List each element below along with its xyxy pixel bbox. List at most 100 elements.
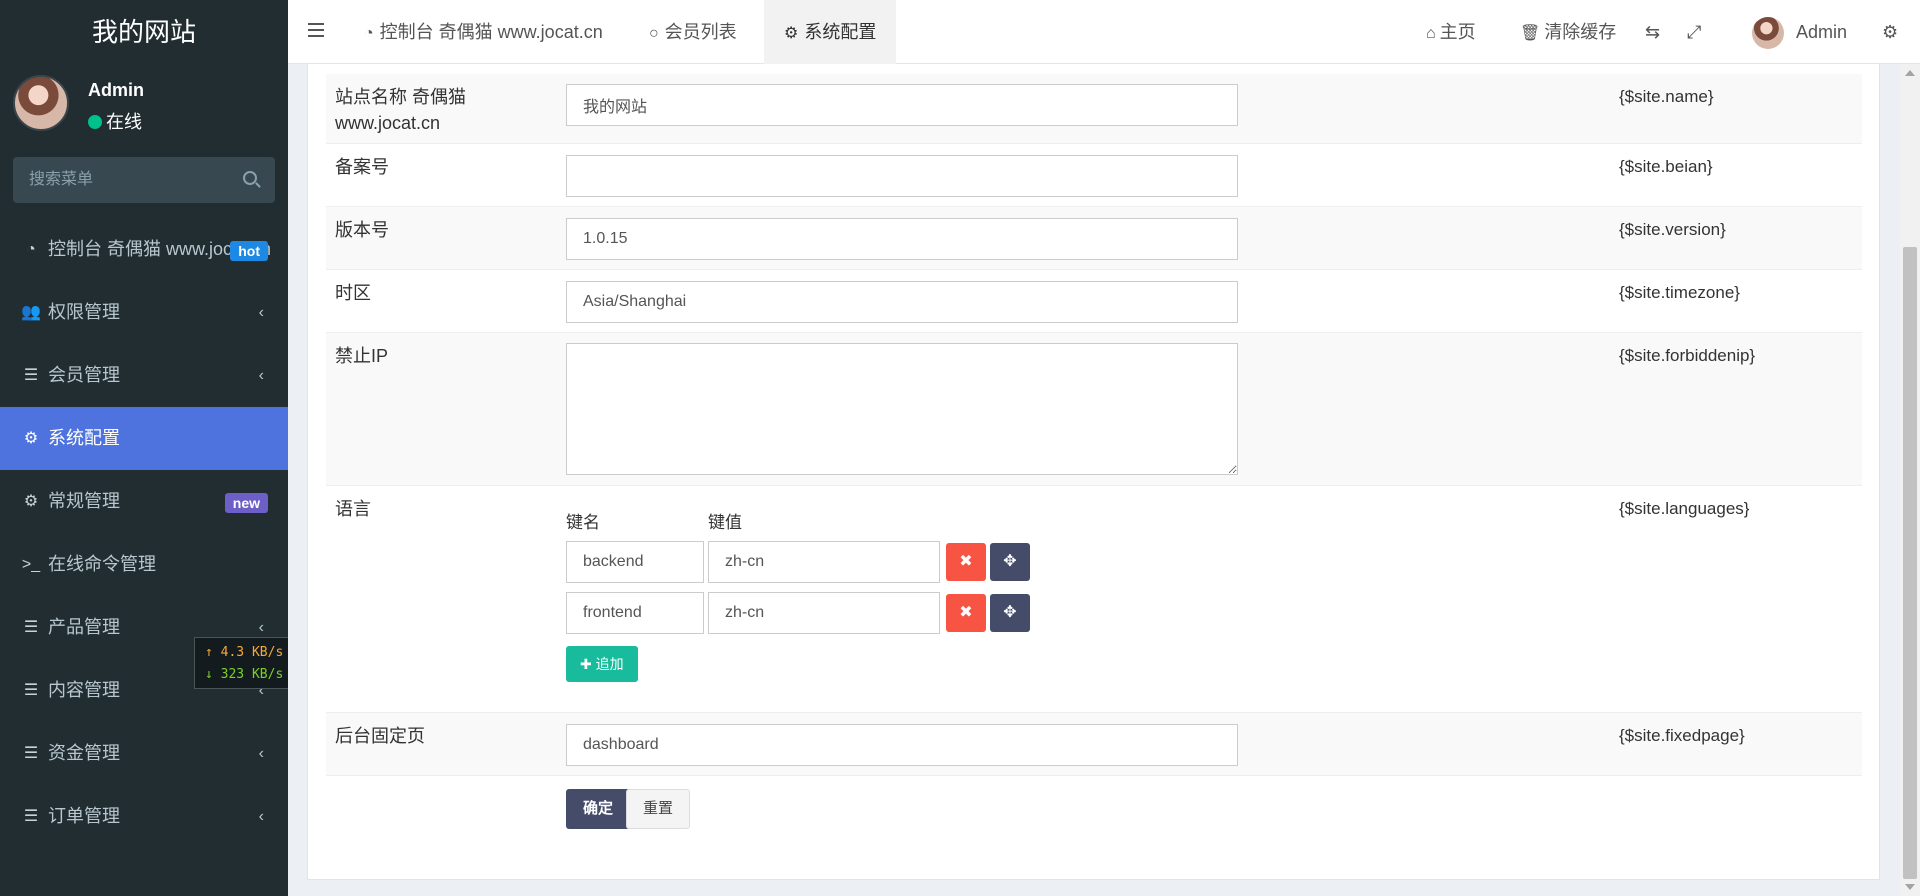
- move-icon: ✥: [1003, 553, 1017, 570]
- menu-toggle-icon[interactable]: [308, 23, 324, 37]
- translate-icon[interactable]: ⇆: [1645, 0, 1660, 64]
- gear-icon: ⚙: [784, 25, 799, 42]
- sidebar-menu: ◔ 控制台 奇偶猫 www.jocat.cn hot 👥 权限管理 ‹ ☰ 会员…: [0, 218, 288, 848]
- sidebar-item-label: 产品管理: [48, 617, 120, 637]
- list-icon: ☰: [23, 367, 39, 384]
- sidebar-item-label: 资金管理: [48, 743, 120, 763]
- chevron-left-icon: ‹: [258, 367, 264, 384]
- field-label: 备案号: [335, 157, 389, 177]
- settings-gears-icon[interactable]: ⚙: [1882, 0, 1898, 64]
- field-label: 禁止IP: [335, 346, 389, 366]
- dashboard-icon: ◔: [26, 241, 36, 258]
- close-icon: ✖: [959, 604, 973, 621]
- sidebar-item-label: 系统配置: [48, 428, 120, 448]
- append-button[interactable]: ✚ 追加: [566, 646, 638, 682]
- site-name-input[interactable]: [566, 84, 1238, 126]
- admin-avatar: [1752, 17, 1784, 50]
- user-avatar: [13, 75, 69, 131]
- admin-menu[interactable]: Admin: [1752, 0, 1847, 64]
- top-header: ◔ 控制台 奇偶猫 www.jocat.cn ○ 会员列表 ⚙ 系统配置 ⌂ 主页 🗑 清…: [288, 0, 1920, 64]
- tab-label: 系统配置: [804, 22, 877, 42]
- drag-row-button[interactable]: ✥: [990, 543, 1030, 581]
- sidebar-item-label: 会员管理: [48, 365, 120, 385]
- sidebar-item-label: 权限管理: [48, 302, 120, 322]
- field-variable: {$site.version}: [1619, 220, 1726, 239]
- fixedpage-input[interactable]: [566, 724, 1238, 766]
- sidebar-item-command[interactable]: >_ 在线命令管理: [0, 533, 288, 596]
- home-link[interactable]: ⌂ 主页: [1426, 0, 1476, 64]
- site-logo[interactable]: 我的网站: [0, 0, 288, 64]
- field-label: 站点名称 奇偶猫 www.jocat.cn: [335, 87, 467, 133]
- list-icon: ☰: [23, 619, 39, 636]
- language-value-input[interactable]: [708, 541, 940, 583]
- upload-speed: 4.3 KB/s: [220, 645, 284, 660]
- beian-input[interactable]: [566, 155, 1238, 197]
- row-version: 版本号 {$site.version}: [326, 207, 1862, 270]
- sidebar: 我的网站 Admin 在线 ◔ 控制台 奇偶猫 www.jocat.cn hot…: [0, 0, 298, 896]
- upload-arrow-icon: ↑: [205, 645, 213, 660]
- user-status: 在线: [88, 108, 142, 134]
- tab-dashboard[interactable]: ◔ 控制台 奇偶猫 www.jocat.cn: [344, 0, 623, 64]
- remove-row-button[interactable]: ✖: [946, 543, 986, 581]
- row-forbiddenip: 禁止IP {$site.forbiddenip}: [326, 333, 1862, 486]
- user-name: Admin: [88, 80, 144, 100]
- row-languages: 语言 键名 键值 ✖ ✥ ✖ ✥ ✚ 追加 {$site.languages}: [326, 486, 1862, 713]
- field-variable: {$site.name}: [1619, 87, 1714, 106]
- gear-icon: ⚙: [23, 430, 39, 447]
- dashboard-icon: ◔: [364, 25, 374, 42]
- timezone-input[interactable]: [566, 281, 1238, 323]
- field-label: 后台固定页: [335, 726, 425, 746]
- forbiddenip-textarea[interactable]: [566, 343, 1238, 475]
- language-key-input[interactable]: [566, 541, 704, 583]
- remove-row-button[interactable]: ✖: [946, 594, 986, 632]
- page-scrollbar[interactable]: [1900, 64, 1920, 896]
- submit-button[interactable]: 确定: [566, 789, 631, 829]
- circle-icon: ○: [649, 25, 659, 42]
- sidebar-item-label: 在线命令管理: [48, 554, 156, 574]
- download-speed: 323 KB/s: [220, 667, 284, 682]
- chevron-left-icon: ‹: [258, 745, 264, 762]
- new-badge: new: [224, 493, 268, 513]
- config-panel: 站点名称 奇偶猫 www.jocat.cn {$site.name} 备案号 {…: [307, 64, 1880, 880]
- sidebar-item-system-config[interactable]: ⚙ 系统配置: [0, 407, 288, 470]
- network-speed-overlay: ↑ 4.3 KB/s ↓ 323 KB/s: [194, 637, 298, 689]
- scroll-thumb[interactable]: [1903, 247, 1917, 879]
- field-variable: {$site.languages}: [1619, 499, 1750, 518]
- sidebar-item-auth[interactable]: 👥 权限管理 ‹: [0, 281, 288, 344]
- clear-cache-button[interactable]: 🗑 清除缓存: [1520, 0, 1616, 64]
- tab-member-list[interactable]: ○ 会员列表: [629, 0, 757, 64]
- user-status-label: 在线: [106, 112, 142, 132]
- version-input[interactable]: [566, 218, 1238, 260]
- list-icon: ☰: [23, 808, 39, 825]
- sidebar-item-label: 常规管理: [48, 491, 120, 511]
- menu-search-input[interactable]: [13, 157, 233, 203]
- tab-system-config[interactable]: ⚙ 系统配置: [764, 0, 897, 64]
- sidebar-search: [13, 157, 275, 203]
- plus-icon: ✚: [580, 656, 592, 672]
- reset-button[interactable]: 重置: [626, 789, 691, 829]
- sidebar-item-general[interactable]: ⚙ 常规管理 new: [0, 470, 288, 533]
- field-variable: {$site.forbiddenip}: [1619, 346, 1756, 365]
- fullscreen-icon[interactable]: ⤢: [1687, 0, 1701, 64]
- main-content: 站点名称 奇偶猫 www.jocat.cn {$site.name} 备案号 {…: [288, 64, 1900, 896]
- field-variable: {$site.timezone}: [1619, 283, 1740, 302]
- row-timezone: 时区 {$site.timezone}: [326, 270, 1862, 333]
- sidebar-item-label: 内容管理: [48, 680, 120, 700]
- online-dot-icon: [88, 115, 102, 129]
- terminal-icon: >_: [21, 556, 41, 573]
- drag-row-button[interactable]: ✥: [990, 594, 1030, 632]
- sidebar-item-dashboard[interactable]: ◔ 控制台 奇偶猫 www.jocat.cn hot: [0, 218, 288, 281]
- scroll-down-icon[interactable]: [1905, 884, 1915, 890]
- sidebar-item-orders[interactable]: ☰ 订单管理 ‹: [0, 785, 288, 848]
- language-value-input[interactable]: [708, 592, 940, 634]
- sidebar-item-members[interactable]: ☰ 会员管理 ‹: [0, 344, 288, 407]
- field-label: 版本号: [335, 220, 389, 240]
- search-icon[interactable]: [243, 171, 257, 185]
- field-label: 时区: [335, 283, 371, 303]
- language-key-input[interactable]: [566, 592, 704, 634]
- row-fixedpage: 后台固定页 {$site.fixedpage}: [326, 713, 1862, 776]
- sidebar-item-funds[interactable]: ☰ 资金管理 ‹: [0, 722, 288, 785]
- admin-name: Admin: [1796, 22, 1848, 42]
- scroll-up-icon[interactable]: [1905, 70, 1915, 76]
- chevron-left-icon: ‹: [258, 304, 264, 321]
